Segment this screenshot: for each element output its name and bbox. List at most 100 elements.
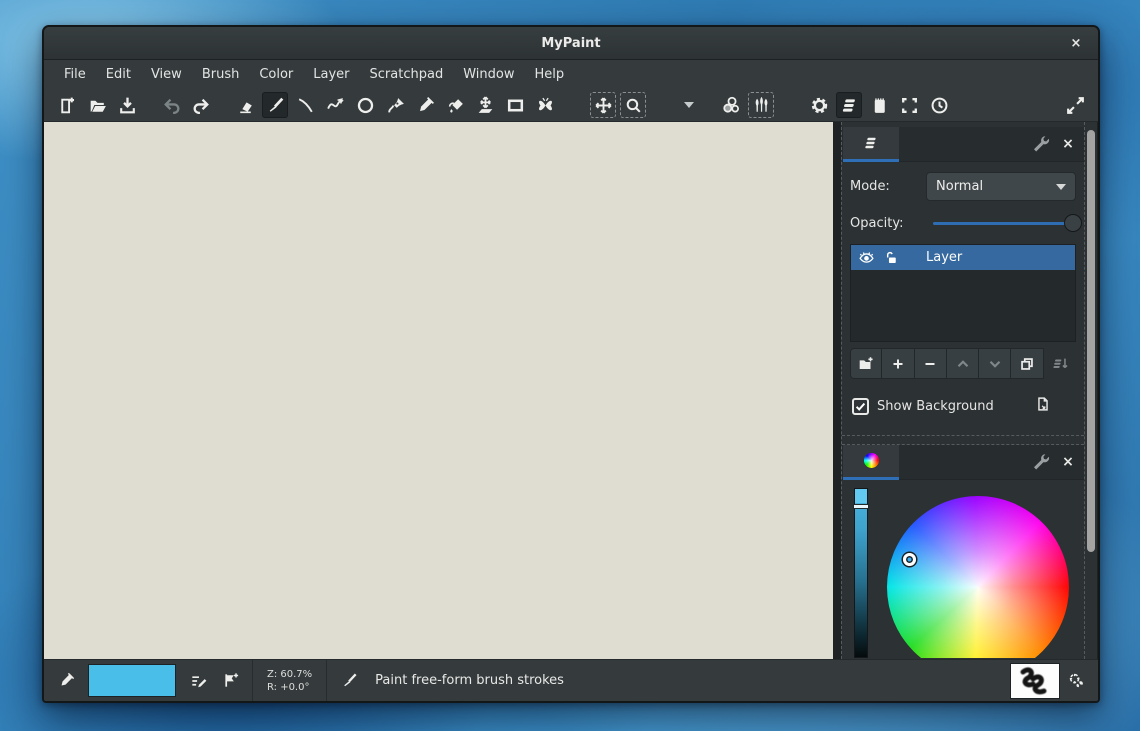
layer-unlocked-icon[interactable] bbox=[883, 249, 900, 266]
menu-file[interactable]: File bbox=[54, 62, 96, 87]
undo-icon[interactable] bbox=[158, 92, 184, 118]
sidebar: × Mode: Normal Opacity: bbox=[841, 122, 1085, 659]
show-background-checkbox[interactable] bbox=[852, 398, 869, 415]
menu-help[interactable]: Help bbox=[524, 62, 574, 87]
menu-color[interactable]: Color bbox=[249, 62, 303, 87]
merge-down-button[interactable] bbox=[1044, 348, 1076, 379]
remove-layer-button[interactable] bbox=[915, 348, 947, 379]
expand-view-icon[interactable] bbox=[1062, 92, 1088, 118]
new-file-icon[interactable] bbox=[54, 92, 80, 118]
sidebar-scrollbar-thumb[interactable] bbox=[1087, 130, 1095, 552]
brush-target-leaf-icon[interactable] bbox=[1063, 668, 1089, 694]
lower-layer-button[interactable] bbox=[979, 348, 1011, 379]
opacity-slider-track bbox=[933, 222, 1070, 225]
layer-row[interactable]: Layer bbox=[851, 245, 1075, 270]
tool-options-dropdown-icon[interactable] bbox=[684, 102, 694, 108]
dropdown-arrow-icon bbox=[1056, 184, 1066, 190]
fullscreen-icon[interactable] bbox=[896, 92, 922, 118]
canvas[interactable] bbox=[44, 122, 833, 659]
layers-panel-close-icon[interactable]: × bbox=[1056, 132, 1080, 156]
color-dropper-icon[interactable] bbox=[412, 92, 438, 118]
history-clock-icon[interactable] bbox=[926, 92, 952, 118]
ellipse-tool-icon[interactable] bbox=[352, 92, 378, 118]
layers-tab[interactable] bbox=[843, 127, 899, 162]
view-status: Z: 60.7% R: +0.0° bbox=[259, 668, 320, 694]
layer-name: Layer bbox=[926, 250, 962, 265]
window-close-button[interactable]: × bbox=[1066, 34, 1086, 54]
eraser-icon[interactable] bbox=[232, 92, 258, 118]
value-slider-current bbox=[855, 489, 867, 503]
check-icon bbox=[854, 400, 867, 413]
menu-window[interactable]: Window bbox=[453, 62, 524, 87]
opacity-slider[interactable] bbox=[933, 213, 1076, 233]
layers-panel-header: × bbox=[842, 127, 1084, 162]
background-document-icon[interactable] bbox=[1034, 395, 1052, 417]
redo-icon[interactable] bbox=[188, 92, 214, 118]
layers-window-icon[interactable] bbox=[836, 92, 862, 118]
menu-edit[interactable]: Edit bbox=[96, 62, 141, 87]
brush-chooser-icon[interactable] bbox=[748, 92, 774, 118]
color-panel-wrench-icon[interactable] bbox=[1028, 450, 1052, 474]
statusbar: Z: 60.7% R: +0.0° Paint free-form brush … bbox=[44, 659, 1098, 701]
color-panel: × bbox=[842, 445, 1084, 659]
value-slider-handle[interactable] bbox=[853, 504, 869, 509]
hsv-color-wheel[interactable] bbox=[887, 496, 1069, 658]
edit-brush-icon[interactable] bbox=[185, 668, 211, 694]
zoom-view-icon[interactable] bbox=[620, 92, 646, 118]
rotation-value: R: +0.0° bbox=[267, 681, 312, 694]
menu-layer[interactable]: Layer bbox=[303, 62, 359, 87]
freehand-brush-icon[interactable] bbox=[262, 92, 288, 118]
sidebar-scrollbar[interactable] bbox=[1085, 122, 1098, 659]
line-tool-icon[interactable] bbox=[292, 92, 318, 118]
titlebar[interactable]: MyPaint × bbox=[44, 27, 1098, 60]
save-file-icon[interactable] bbox=[114, 92, 140, 118]
color-triad-icon[interactable] bbox=[718, 92, 744, 118]
preferences-gear-icon[interactable] bbox=[806, 92, 832, 118]
opacity-slider-knob[interactable] bbox=[1064, 214, 1082, 232]
scratchpad-window-icon[interactable] bbox=[866, 92, 892, 118]
color-wheel-area bbox=[842, 480, 1084, 658]
menubar: File Edit View Brush Color Layer Scratch… bbox=[44, 60, 1098, 89]
show-background-label: Show Background bbox=[877, 399, 994, 414]
statusbar-color-picker-icon[interactable] bbox=[53, 668, 79, 694]
dock-gap bbox=[833, 122, 841, 659]
menu-scratchpad[interactable]: Scratchpad bbox=[360, 62, 454, 87]
symmetry-icon[interactable] bbox=[532, 92, 558, 118]
connected-lines-icon[interactable] bbox=[322, 92, 348, 118]
value-slider[interactable] bbox=[854, 488, 868, 658]
layers-icon bbox=[862, 134, 880, 152]
layers-panel-wrench-icon[interactable] bbox=[1028, 132, 1052, 156]
color-wheel-selector[interactable] bbox=[903, 553, 916, 566]
mypaint-window: MyPaint × File Edit View Brush Color Lay… bbox=[42, 25, 1100, 703]
duplicate-layer-button[interactable] bbox=[1011, 348, 1043, 379]
flood-fill-icon[interactable] bbox=[442, 92, 468, 118]
mode-label: Mode: bbox=[850, 179, 890, 194]
layer-buttons bbox=[850, 348, 1076, 379]
color-wheel-icon bbox=[864, 453, 879, 468]
bookmark-add-icon[interactable] bbox=[217, 668, 243, 694]
inking-tool-icon[interactable] bbox=[382, 92, 408, 118]
add-layer-button[interactable] bbox=[882, 348, 914, 379]
pan-view-icon[interactable] bbox=[590, 92, 616, 118]
open-file-icon[interactable] bbox=[84, 92, 110, 118]
raise-layer-button[interactable] bbox=[947, 348, 979, 379]
current-color-swatch[interactable] bbox=[88, 664, 176, 697]
menu-brush[interactable]: Brush bbox=[192, 62, 250, 87]
move-layer-icon[interactable] bbox=[472, 92, 498, 118]
new-layer-group-button[interactable] bbox=[850, 348, 882, 379]
statusbar-brush-icon bbox=[336, 668, 362, 694]
panel-divider[interactable] bbox=[842, 435, 1084, 445]
menu-view[interactable]: View bbox=[141, 62, 192, 87]
color-wheel-tab[interactable] bbox=[843, 445, 899, 480]
layer-mode-value: Normal bbox=[936, 179, 983, 194]
edit-frame-icon[interactable] bbox=[502, 92, 528, 118]
color-panel-header: × bbox=[842, 445, 1084, 480]
layer-visible-eye-icon[interactable] bbox=[858, 249, 875, 266]
layer-mode-dropdown[interactable]: Normal bbox=[926, 172, 1076, 201]
color-panel-close-icon[interactable]: × bbox=[1056, 450, 1080, 474]
zoom-level: Z: 60.7% bbox=[267, 668, 312, 681]
brush-preview[interactable] bbox=[1010, 663, 1060, 699]
layer-list: Layer bbox=[850, 244, 1076, 342]
main-area: × Mode: Normal Opacity: bbox=[44, 122, 1098, 659]
brush-stroke-preview-icon bbox=[1013, 665, 1057, 697]
